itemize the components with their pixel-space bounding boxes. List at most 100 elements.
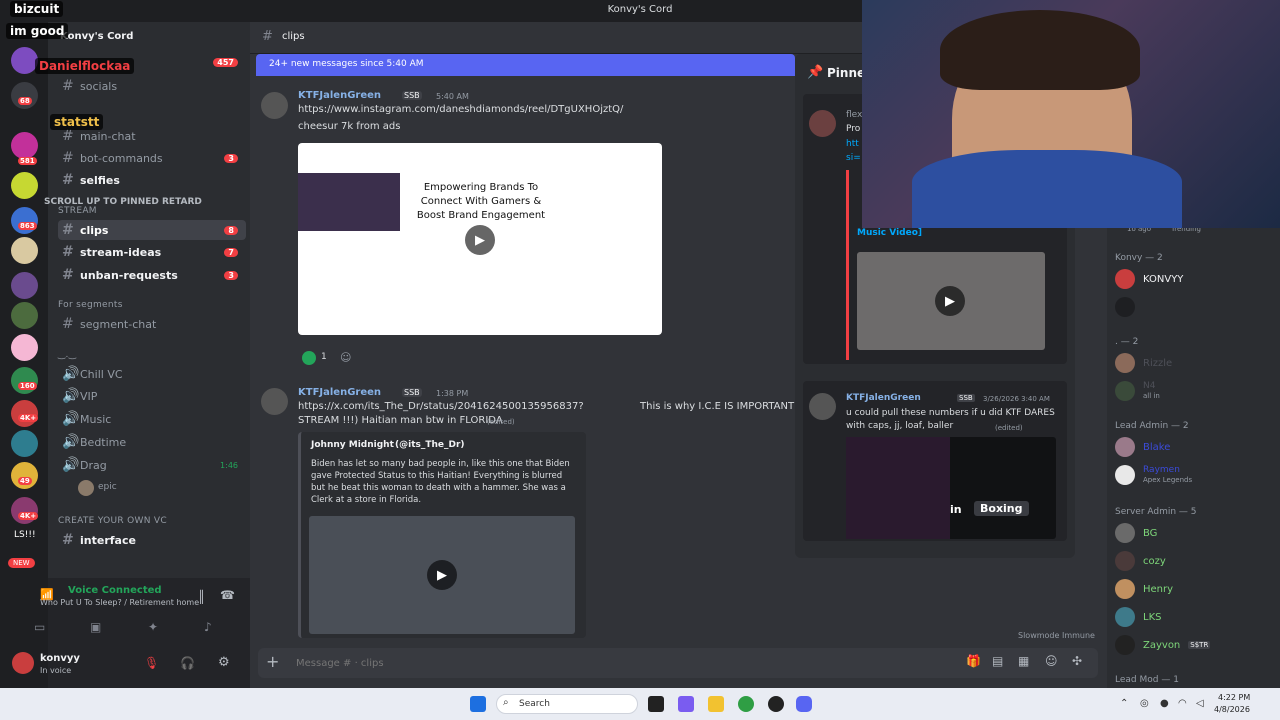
server-icon[interactable] [11, 334, 38, 361]
gift-icon[interactable]: 🎁 [966, 654, 981, 668]
member-item[interactable]: BG [1115, 523, 1157, 543]
server-icon[interactable] [11, 172, 38, 199]
tweet-handle[interactable]: (@its_The_Dr) [395, 440, 465, 450]
member-item[interactable] [1115, 297, 1135, 317]
server-icon[interactable] [11, 132, 38, 159]
volume-icon[interactable]: ◁ [1196, 698, 1204, 709]
disconnect-icon[interactable]: ☎ [220, 588, 235, 602]
server-icon[interactable] [11, 47, 38, 74]
avatar[interactable] [12, 652, 34, 674]
voice-channel[interactable]: 🔊 Chill VC [58, 364, 246, 384]
apps-icon[interactable]: ✣ [1072, 654, 1082, 668]
add-reaction-icon[interactable]: ☺ [340, 351, 351, 364]
file-explorer-icon[interactable] [708, 696, 724, 712]
tweet-author[interactable]: Johnny Midnight [311, 440, 394, 450]
channel-bot-commands[interactable]: # bot-commands 3 [58, 148, 246, 168]
user-panel: Voice Connected 📶 Who Put U To Sleep? / … [12, 578, 250, 688]
wifi-icon[interactable]: ◠ [1178, 698, 1187, 709]
search-label: Search [519, 699, 550, 709]
member-item[interactable]: Zayvon S$TR [1115, 635, 1211, 655]
member-item[interactable]: N4 all in [1115, 381, 1160, 401]
gif-icon[interactable]: ▤ [992, 654, 1003, 668]
pin-video-title[interactable]: Music Video] [857, 228, 922, 238]
camera-off-icon[interactable]: ▭ [34, 620, 45, 634]
message-link[interactable]: https://x.com/its_The_Dr/status/20416245… [298, 401, 584, 412]
server-icon[interactable] [11, 237, 38, 264]
voice-channel[interactable]: 🔊 Music [58, 409, 246, 429]
server-icon[interactable] [11, 272, 38, 299]
taskbar-date[interactable]: 4/8/2026 [1214, 705, 1250, 714]
pin-link[interactable]: si= [846, 153, 861, 163]
channel-segment-chat[interactable]: # segment-chat [58, 314, 246, 334]
play-icon[interactable]: ▶ [935, 286, 965, 316]
sticker-icon[interactable]: ▦ [1018, 654, 1029, 668]
member-item[interactable]: Raymen Apex Legends [1115, 465, 1192, 485]
chrome-icon[interactable] [738, 696, 754, 712]
channel-selfies[interactable]: # selfies [58, 170, 246, 190]
copilot-icon[interactable] [678, 696, 694, 712]
play-icon[interactable]: ▶ [465, 225, 495, 255]
user-name[interactable]: konvyy [40, 653, 80, 664]
message-author[interactable]: KTFJalenGreen [298, 387, 381, 398]
member-item[interactable]: Rizzle [1115, 353, 1172, 373]
avatar[interactable] [261, 388, 288, 415]
channel-clips[interactable]: # clips 8 [58, 220, 246, 240]
voice-user-name[interactable]: epic [98, 482, 117, 492]
member-item[interactable]: cozy [1115, 551, 1166, 571]
server-icon[interactable] [11, 302, 38, 329]
member-item[interactable]: Henry [1115, 579, 1173, 599]
pinned-message[interactable]: KTFJalenGreen SSB 3/26/2026 3:40 AM u co… [803, 381, 1067, 541]
pin-link[interactable]: htt [846, 139, 859, 149]
headphones-icon[interactable]: 🎧 [180, 656, 195, 670]
channel-unban-requests[interactable]: # unban-requests 3 [58, 265, 246, 285]
voice-channel[interactable]: 🔊 VIP [58, 386, 246, 406]
add-attachment-icon[interactable]: + [266, 652, 279, 671]
channel-socials[interactable]: # socials [58, 76, 246, 96]
settings-gear-icon[interactable]: ⚙ [218, 655, 230, 670]
server-badge: 581 [18, 157, 37, 165]
server-badge: 863 [18, 222, 37, 230]
mute-icon[interactable]: 🎙 [144, 656, 159, 670]
server-icon[interactable] [11, 430, 38, 457]
member-item[interactable]: KONVYY [1115, 269, 1183, 289]
waveform-icon[interactable]: ║ [198, 590, 205, 604]
message-author[interactable]: KTFJalenGreen [298, 90, 381, 101]
reaction-check-icon[interactable] [302, 351, 316, 365]
tray-chevron-icon[interactable]: ⌃ [1120, 698, 1128, 709]
server-name[interactable]: Konvy's Cord [60, 31, 133, 42]
channel-interface[interactable]: # interface [58, 530, 246, 550]
member-item[interactable]: Blake [1115, 437, 1170, 457]
discord-icon[interactable] [796, 696, 812, 712]
voice-channel-drag[interactable]: 🔊 Drag 1:46 [58, 455, 246, 475]
video-embed[interactable]: Empowering Brands To Connect With Gamers… [298, 143, 662, 335]
tweet-video[interactable]: ▶ [309, 516, 575, 634]
member-name: Rizzle [1143, 357, 1173, 369]
play-icon[interactable]: ▶ [427, 560, 457, 590]
member-item[interactable]: LKS [1115, 607, 1161, 627]
category-stream[interactable]: STREAM [58, 206, 97, 216]
microphone-icon[interactable]: ● [1160, 698, 1169, 709]
category-segments[interactable]: For segments [58, 300, 123, 310]
windows-start-icon[interactable] [470, 696, 486, 712]
message-link[interactable]: https://www.instagram.com/daneshdiamonds… [298, 104, 623, 115]
channel-stream-ideas[interactable]: # stream-ideas 7 [58, 242, 246, 262]
task-view-icon[interactable] [648, 696, 664, 712]
role-tag: S$TR [1188, 641, 1211, 649]
taskbar-search[interactable]: ⌕ Search [496, 694, 638, 714]
emoji-icon[interactable]: ☺ [1045, 654, 1058, 668]
obs-icon[interactable] [768, 696, 784, 712]
category-create[interactable]: CREATE YOUR OWN VC [58, 516, 167, 526]
location-icon[interactable]: ◎ [1140, 698, 1149, 709]
message-input[interactable] [296, 654, 796, 672]
taskbar-time[interactable]: 4:22 PM [1218, 693, 1250, 702]
new-messages-bar[interactable]: 24+ new messages since 5:40 AM [256, 54, 795, 76]
pin-video-thumbnail[interactable]: ▶ [857, 252, 1045, 350]
voice-channel[interactable]: 🔊 Bedtime [58, 432, 246, 452]
message-composer[interactable]: + 🎁 ▤ ▦ ☺ ✣ [258, 648, 1098, 678]
pin-image[interactable]: in Boxing [846, 437, 1056, 539]
avatar[interactable] [261, 92, 288, 119]
screen-share-icon[interactable]: ▣ [90, 620, 101, 634]
soundboard-icon[interactable]: ♪ [204, 620, 212, 634]
activities-icon[interactable]: ✦ [148, 620, 158, 634]
category-voice[interactable]: ‿.‿ [58, 350, 76, 360]
